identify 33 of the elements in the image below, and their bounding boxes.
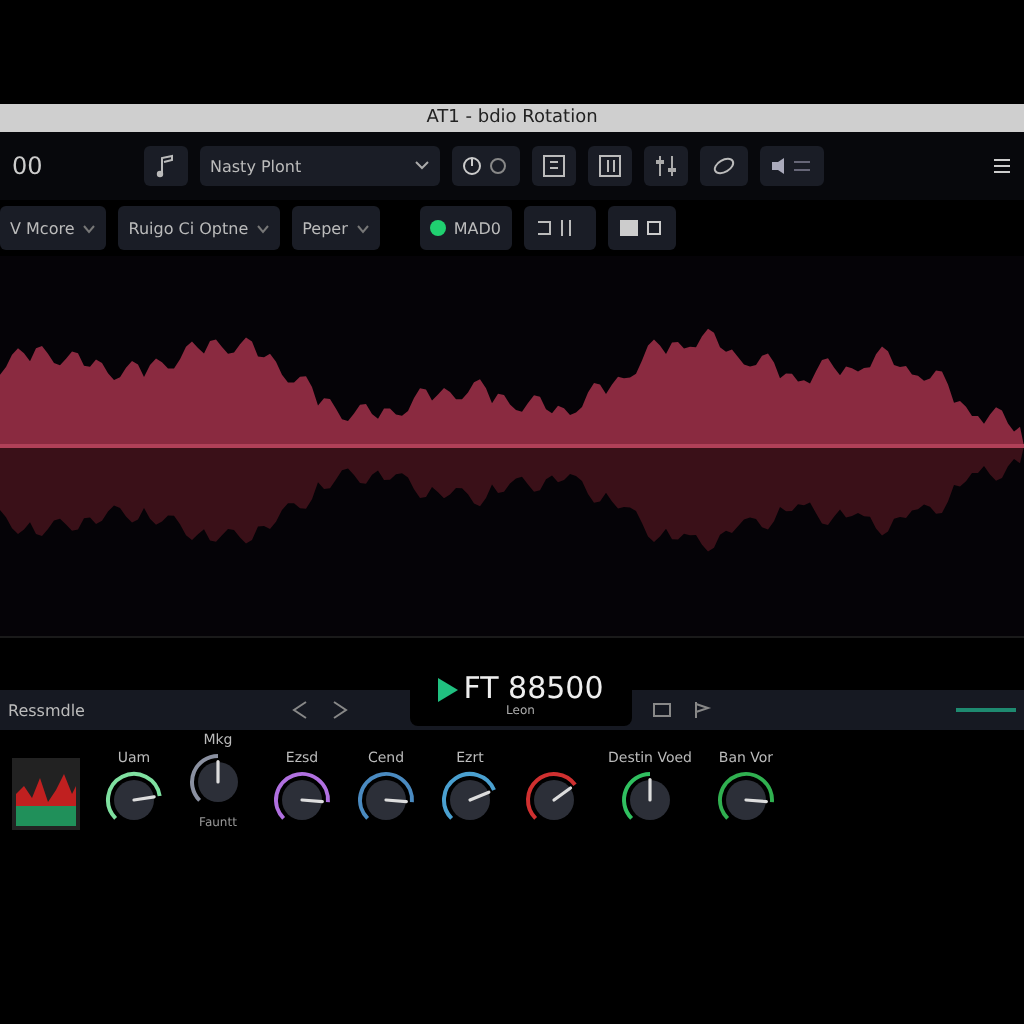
speaker-button[interactable] (760, 146, 824, 186)
grid-button[interactable] (532, 146, 576, 186)
dropdown[interactable]: V Mcore (0, 206, 107, 250)
note-button[interactable] (144, 146, 188, 186)
power-icon (462, 156, 510, 176)
mixer-button[interactable] (644, 146, 688, 186)
window-button[interactable] (607, 206, 675, 250)
window-icon (617, 218, 665, 238)
time-readout: FT 88500 (463, 674, 604, 704)
note-icon (154, 154, 178, 178)
list-icon (598, 154, 622, 178)
status-button[interactable]: MAD0 (419, 206, 511, 250)
preset-dropdown[interactable]: Nasty Plont (200, 146, 440, 186)
caret-icon (82, 223, 97, 233)
dropdown[interactable]: Ruigo Ci Optne (118, 206, 281, 250)
caret-icon (355, 223, 370, 233)
list-button[interactable] (588, 146, 632, 186)
screen-icon[interactable] (651, 700, 672, 720)
flag-icon[interactable] (691, 700, 712, 720)
link-button[interactable] (700, 146, 748, 186)
speaker-icon (770, 156, 814, 176)
level-line (956, 708, 1016, 712)
loop-button[interactable] (523, 206, 595, 250)
counter-text: 00 (12, 152, 45, 180)
menu-icon[interactable] (992, 156, 1012, 176)
power-button[interactable] (452, 146, 520, 186)
sliders-icon (654, 154, 678, 178)
caret-icon (414, 160, 430, 172)
caret-icon (256, 223, 271, 233)
track-name: Ressmdle (8, 701, 85, 719)
window-title: AT1 - bdio Rotation (426, 108, 598, 128)
dropdown[interactable]: Peper (292, 206, 380, 250)
meter-drawing (12, 758, 80, 830)
